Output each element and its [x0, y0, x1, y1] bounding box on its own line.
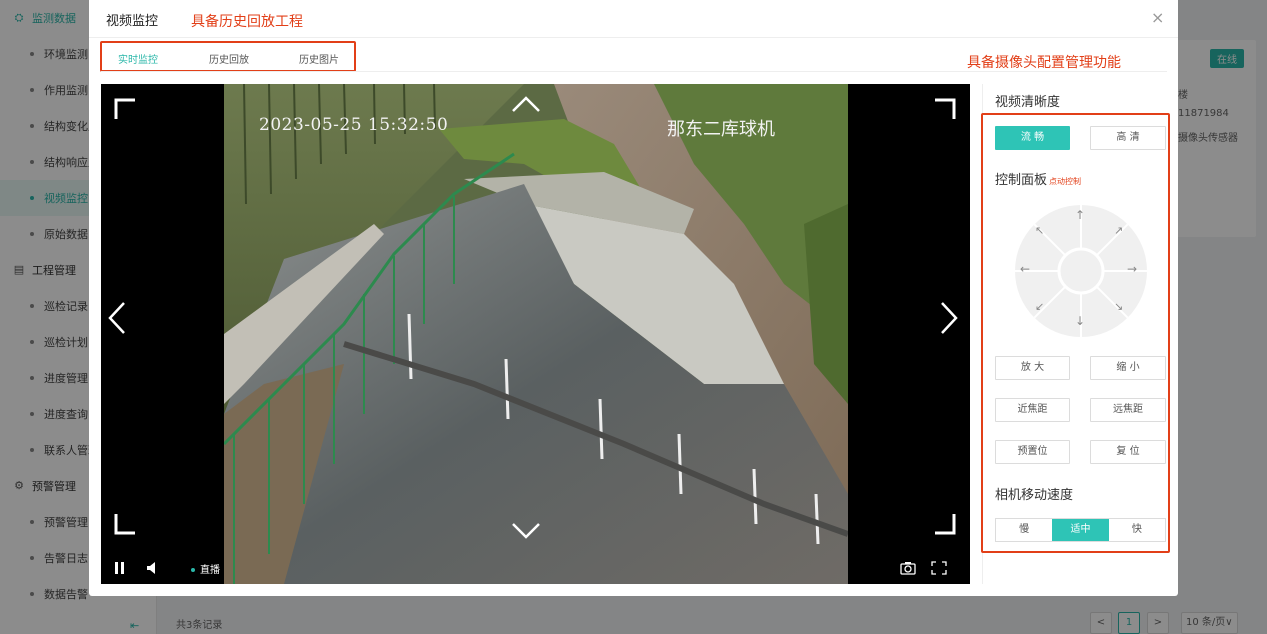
- corner-bracket-icon: [935, 98, 956, 119]
- control-panel-title-text: 控制面板: [995, 173, 1048, 188]
- control-panel-title: 控制面板 点动控制: [995, 169, 1081, 188]
- ptz-up-icon[interactable]: ↑: [1075, 208, 1085, 222]
- fullscreen-icon[interactable]: [931, 561, 947, 575]
- speed-title: 相机移动速度: [995, 488, 1074, 503]
- chevron-left-icon[interactable]: [107, 300, 127, 336]
- modal-header: 视频监控 具备历史回放工程 ×: [89, 0, 1178, 38]
- chevron-up-icon[interactable]: [510, 94, 542, 114]
- video-timestamp: 2023-05-25 15:32:50: [259, 115, 449, 135]
- speed-slow-option[interactable]: 慢: [996, 519, 1052, 541]
- live-label: 直播: [191, 561, 220, 576]
- speed-medium-option[interactable]: 适中: [1052, 519, 1109, 541]
- video-frame: [224, 84, 848, 584]
- ptz-up-left-icon[interactable]: ↖: [1035, 224, 1044, 237]
- control-mode-label: 点动控制: [1049, 177, 1082, 186]
- close-icon[interactable]: ×: [1151, 8, 1164, 27]
- preset-button[interactable]: 预置位: [995, 440, 1070, 464]
- tab-history-playback[interactable]: 历史回放: [209, 51, 249, 66]
- ptz-down-left-icon[interactable]: ↙: [1035, 300, 1044, 313]
- ptz-left-icon[interactable]: ←: [1020, 262, 1030, 276]
- tabs-highlight-box: 实时监控 历史回放 历史图片: [100, 41, 356, 72]
- zoom-in-button[interactable]: 放 大: [995, 356, 1070, 380]
- ptz-up-right-icon[interactable]: ↗: [1114, 224, 1123, 237]
- video-player[interactable]: 2023-05-25 15:32:50 那东二库球机 直播: [101, 84, 970, 584]
- focus-far-button[interactable]: 远焦距: [1090, 398, 1166, 422]
- corner-bracket-icon: [114, 514, 135, 535]
- zoom-out-button[interactable]: 缩 小: [1090, 356, 1166, 380]
- ptz-down-right-icon[interactable]: ↘: [1114, 300, 1123, 313]
- reset-button[interactable]: 复 位: [1090, 440, 1166, 464]
- annotation-history: 具备历史回放工程: [191, 14, 303, 30]
- pause-icon[interactable]: [114, 561, 126, 575]
- clarity-smooth-button[interactable]: 流 畅: [995, 126, 1070, 150]
- tab-history-images[interactable]: 历史图片: [299, 51, 339, 66]
- video-monitor-modal: 视频监控 具备历史回放工程 × 实时监控 历史回放 历史图片 具备摄像头配置管理…: [89, 0, 1178, 596]
- chevron-right-icon[interactable]: [939, 300, 959, 336]
- speed-segmented-control: 慢 适中 快: [995, 518, 1166, 542]
- clarity-hd-button[interactable]: 高 清: [1090, 126, 1166, 150]
- corner-bracket-icon: [114, 98, 135, 119]
- clarity-title: 视频清晰度: [995, 95, 1061, 110]
- speed-fast-option[interactable]: 快: [1109, 519, 1165, 541]
- live-text: 直播: [200, 565, 220, 576]
- annotation-camera-config: 具备摄像头配置管理功能: [967, 55, 1121, 71]
- modal-title: 视频监控: [106, 14, 159, 29]
- corner-bracket-icon: [935, 514, 956, 535]
- live-dot-icon: [191, 568, 195, 572]
- chevron-down-icon[interactable]: [510, 521, 542, 541]
- ptz-down-icon[interactable]: ↓: [1075, 314, 1085, 328]
- ptz-right-icon[interactable]: →: [1127, 262, 1137, 276]
- camera-name: 那东二库球机: [667, 119, 775, 140]
- volume-icon[interactable]: [146, 561, 160, 575]
- tab-realtime[interactable]: 实时监控: [118, 51, 158, 66]
- focus-near-button[interactable]: 近焦距: [995, 398, 1070, 422]
- snapshot-icon[interactable]: [900, 561, 916, 575]
